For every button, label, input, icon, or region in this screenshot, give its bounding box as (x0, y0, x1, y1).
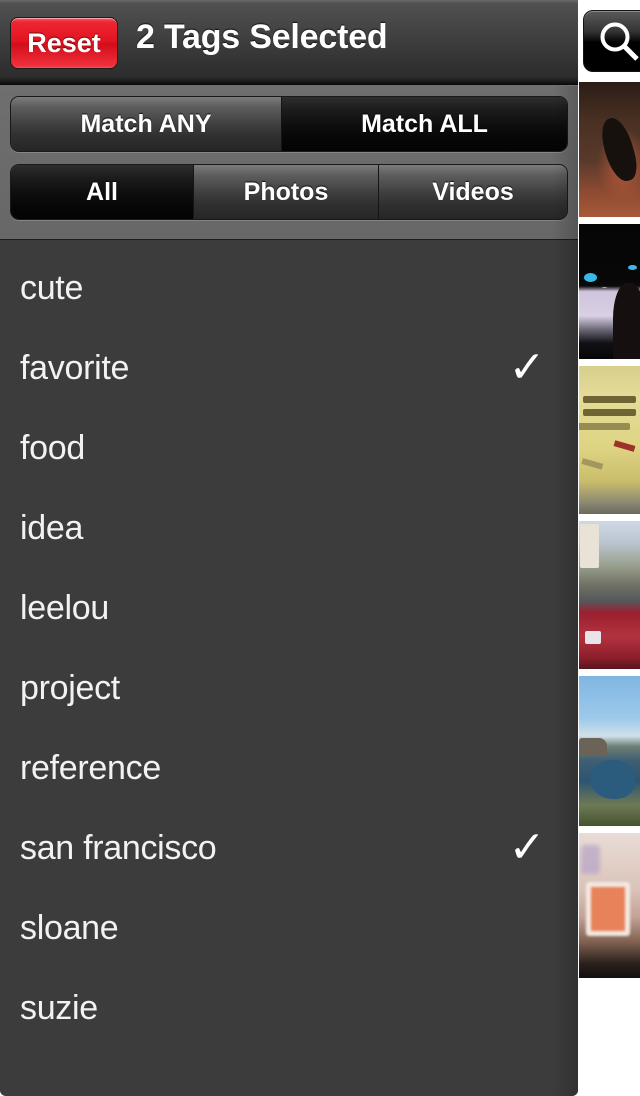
tag-label: suzie (20, 988, 98, 1027)
filter-toolbar: Match ANY Match ALL All Photos Videos (0, 85, 578, 240)
tag-filter-panel: Reset 2 Tags Selected Match ANY Match AL… (0, 0, 578, 1096)
tag-label: sloane (20, 908, 119, 947)
titlebar: Reset 2 Tags Selected (0, 0, 578, 85)
media-type-segmented-control[interactable]: All Photos Videos (10, 164, 568, 220)
tag-label: food (20, 428, 85, 467)
segment-videos[interactable]: Videos (378, 165, 567, 219)
thumbnail-image (579, 224, 640, 359)
tag-label: favorite (20, 348, 130, 387)
thumbnail-image (579, 521, 640, 669)
tag-label: reference (20, 748, 161, 787)
tag-row-san-francisco[interactable]: san francisco ✓ (0, 808, 578, 888)
tag-row-cute[interactable]: cute ✓ (0, 248, 578, 328)
tag-row-project[interactable]: project ✓ (0, 648, 578, 728)
tag-label: san francisco (20, 828, 217, 867)
reset-button[interactable]: Reset (10, 17, 118, 69)
tag-label: cute (20, 268, 84, 307)
tag-row-sloane[interactable]: sloane ✓ (0, 888, 578, 968)
check-icon: ✓ (508, 343, 546, 392)
thumbnail-night-lights[interactable] (579, 224, 640, 359)
segment-all[interactable]: All (11, 165, 193, 219)
tag-label: project (20, 668, 120, 707)
tag-label: idea (20, 508, 84, 547)
thumbnail-blurry-orange[interactable] (579, 833, 640, 978)
segment-match-all[interactable]: Match ALL (281, 97, 567, 151)
page-title: 2 Tags Selected (136, 18, 388, 56)
thumbnail-image (579, 833, 640, 978)
thumbnail-strip (579, 82, 640, 1096)
thumbnail-person-at-table[interactable] (579, 82, 640, 217)
tag-row-favorite[interactable]: favorite ✓ (0, 328, 578, 408)
tag-label: leelou (20, 588, 109, 627)
tag-row-idea[interactable]: idea ✓ (0, 488, 578, 568)
thumbnail-image (579, 676, 640, 826)
check-icon: ✓ (508, 823, 546, 872)
tag-list: cute ✓ favorite ✓ food ✓ idea ✓ leelou ✓… (0, 240, 578, 1095)
thumbnail-street-red-car[interactable] (579, 521, 640, 669)
segment-match-any[interactable]: Match ANY (11, 97, 281, 151)
match-mode-segmented-control[interactable]: Match ANY Match ALL (10, 96, 568, 152)
thumbnail-image (579, 82, 640, 217)
segment-photos[interactable]: Photos (193, 165, 378, 219)
thumbnail-image (579, 366, 640, 514)
tag-row-leelou[interactable]: leelou ✓ (0, 568, 578, 648)
tag-row-reference[interactable]: reference ✓ (0, 728, 578, 808)
tag-row-food[interactable]: food ✓ (0, 408, 578, 488)
tag-row-suzie[interactable]: suzie ✓ (0, 968, 578, 1048)
thumbnail-coastal-pool[interactable] (579, 676, 640, 826)
thumbnail-spice-packet[interactable] (579, 366, 640, 514)
search-button[interactable] (583, 10, 640, 72)
screen: Reset 2 Tags Selected Match ANY Match AL… (0, 0, 640, 1096)
search-icon (600, 22, 639, 61)
